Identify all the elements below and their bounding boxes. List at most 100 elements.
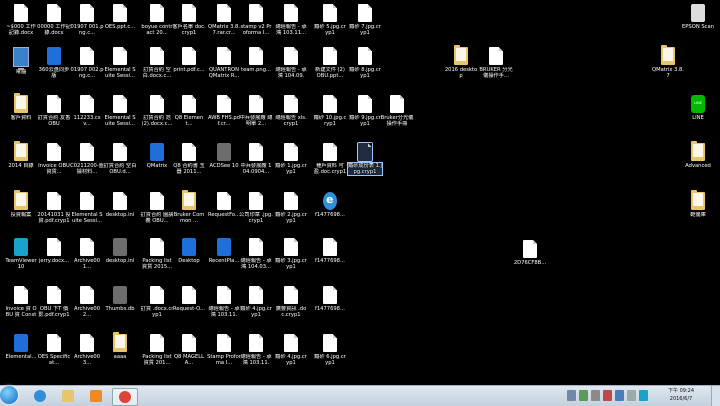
desktop-icon[interactable]: 總經報告 - 承鴻 104.03... bbox=[239, 236, 273, 282]
security-tray-icon[interactable] bbox=[603, 390, 612, 401]
desktop-icon[interactable]: QMatrix bbox=[140, 141, 174, 187]
desktop-icon[interactable]: 鐵砂 3.jpg.cryp1 bbox=[274, 236, 308, 282]
desktop-icon[interactable]: QMatrix 3.8.7.rar.cr... bbox=[207, 2, 241, 48]
desktop-icon[interactable]: Elemental Suite Sessi... bbox=[103, 93, 137, 139]
desktop-icon[interactable]: LINE bbox=[681, 93, 715, 139]
desktop-icon[interactable]: 鐵砂 4.jpg.cryp1 bbox=[274, 332, 308, 378]
teamviewer-tray-icon[interactable] bbox=[639, 390, 648, 401]
desktop-icon[interactable]: Elemental... bbox=[4, 332, 38, 378]
desktop-icon[interactable]: 鐵砂 5.jpg.cryp1 bbox=[313, 2, 347, 48]
desktop-icon[interactable]: 種戶資料 可盈.doc.cryp1 bbox=[313, 141, 347, 187]
desktop-icon[interactable]: 鐵砂 6.jpg.cryp1 bbox=[313, 332, 347, 378]
desktop-icon[interactable]: OES Specificat... bbox=[37, 332, 71, 378]
desktop-icon[interactable]: 訂貨合約 空白 OBU.d... bbox=[103, 141, 137, 187]
desktop-icon[interactable]: 01907 002.png.c... bbox=[70, 45, 104, 91]
desktop-icon[interactable]: Q8 Element... bbox=[172, 93, 206, 139]
tray-app-icon[interactable] bbox=[627, 390, 636, 401]
explorer-taskbar-button[interactable] bbox=[56, 388, 80, 404]
desktop-icon[interactable]: 鐵砂成份表 1.jpg.cryp1 bbox=[347, 141, 383, 187]
tray-app-icon[interactable] bbox=[615, 390, 624, 401]
desktop-icon[interactable]: 新建文件 (2) OBU.ppt... bbox=[313, 45, 347, 91]
desktop-icon[interactable]: 00000 工作記錄.docx bbox=[37, 2, 71, 48]
desktop-icon[interactable]: 訂貨合約 范 (2).docx.c... bbox=[140, 93, 174, 139]
desktop-icon[interactable]: Bruker Common ... bbox=[172, 190, 206, 236]
desktop-icon[interactable]: Archive002... bbox=[70, 284, 104, 330]
desktop-icon[interactable]: 客戶名單 doc.cryp1 bbox=[172, 2, 206, 48]
desktop[interactable]: ~$000 工作記錄.docx 00000 工作記錄.docx 01907 001.… bbox=[0, 0, 720, 385]
desktop-icon[interactable]: Desktop bbox=[172, 236, 206, 282]
start-button[interactable] bbox=[0, 386, 18, 404]
desktop-icon[interactable]: f1477698... bbox=[313, 190, 347, 236]
desktop-icon[interactable]: print.pdf.c... bbox=[172, 45, 206, 91]
desktop-icon[interactable]: OBU 下T 價 影.pdf.cryp1 bbox=[37, 284, 71, 330]
desktop-icon[interactable]: aaaa bbox=[103, 332, 137, 378]
desktop-icon[interactable]: 鐵砂 4.jpg.cryp1 bbox=[239, 284, 273, 330]
desktop-icon[interactable]: QMatrix 3.8.7 bbox=[651, 45, 685, 91]
desktop-icon[interactable]: boyue contract 20... bbox=[140, 2, 174, 48]
desktop-icon[interactable]: 112233.csv... bbox=[70, 93, 104, 139]
desktop-icon[interactable]: AWB FHS.pdf.cr... bbox=[207, 93, 241, 139]
desktop-icon[interactable]: OES.ppt.c... bbox=[103, 2, 137, 48]
desktop-icon[interactable]: team.png... bbox=[239, 45, 273, 91]
desktop-icon[interactable]: EPSON Scan bbox=[681, 2, 715, 48]
desktop-icon[interactable]: RequestFo... bbox=[207, 190, 241, 236]
desktop-icon[interactable]: 總經報告 - 承鴻 103.11.1... bbox=[239, 332, 273, 378]
desktop-icon[interactable]: 360云盘同步版 bbox=[37, 45, 71, 91]
desktop-icon[interactable]: 訂貨合約 友香 OBU bbox=[37, 93, 71, 139]
desktop-icon[interactable]: Thumbs.db bbox=[103, 284, 137, 330]
desktop-icon[interactable]: desktop.ini bbox=[103, 190, 137, 236]
show-desktop-button[interactable] bbox=[711, 386, 720, 406]
desktop-icon[interactable]: ~$000 工作記錄.docx bbox=[4, 2, 38, 48]
language-bar-icon[interactable] bbox=[567, 390, 576, 401]
desktop-icon[interactable]: 鐵砂 7.jpg.cryp1 bbox=[348, 2, 382, 48]
desktop-icon[interactable]: f1477698... bbox=[313, 236, 347, 282]
desktop-icon[interactable]: Bruker分光儀 操作手冊 bbox=[380, 93, 414, 139]
desktop-icon[interactable]: 01907 001.png.c... bbox=[70, 2, 104, 48]
desktop-icon[interactable]: 總經報告 - 承鴻 103.11.0... bbox=[207, 284, 241, 330]
desktop-icon[interactable]: ACDSee 10 bbox=[207, 141, 241, 187]
desktop-icon[interactable]: Q8 MAGELLA... bbox=[172, 332, 206, 378]
desktop-icon[interactable]: 2014 目錄 bbox=[4, 141, 38, 187]
desktop-icon[interactable]: 訂貨合約 空白.docx.c... bbox=[140, 45, 174, 91]
desktop-icon[interactable]: 電腦 bbox=[4, 45, 38, 91]
desktop-icon[interactable]: jerry.docx... bbox=[37, 236, 71, 282]
desktop-icon[interactable]: RecentPla... bbox=[207, 236, 241, 282]
desktop-icon[interactable]: Elemental Suite Sessi... bbox=[70, 190, 104, 236]
chrome-taskbar-button[interactable] bbox=[112, 388, 138, 406]
desktop-icon[interactable]: 中兵發展廠 總明單 2... bbox=[239, 93, 273, 139]
desktop-icon[interactable]: Request-O... bbox=[172, 284, 206, 330]
desktop-icon[interactable]: C0211200-盤據材料... bbox=[70, 141, 104, 187]
desktop-icon[interactable]: Stamp Proforma I... bbox=[207, 332, 241, 378]
desktop-icon[interactable]: Q8 合約書 玉器 2011... bbox=[172, 141, 206, 187]
desktop-icon[interactable]: 鐵砂 2.jpg.cryp1 bbox=[274, 190, 308, 236]
desktop-icon[interactable]: 鐵砂 1.jpg.cryp1 bbox=[274, 141, 308, 187]
volume-icon[interactable] bbox=[591, 390, 600, 401]
desktop-icon[interactable]: 中兵發展廠 104.0904... bbox=[239, 141, 273, 187]
network-icon[interactable] bbox=[579, 390, 588, 401]
desktop-icon[interactable]: BRUKER 分光儀操作手... bbox=[479, 45, 513, 91]
desktop-icon[interactable]: 鐵砂 9.jpg.cryp1 bbox=[348, 93, 382, 139]
media-player-taskbar-button[interactable] bbox=[84, 388, 108, 404]
desktop-icon[interactable]: 範優庫 bbox=[681, 190, 715, 236]
desktop-icon[interactable]: 總經報告 - 承鴻 104.09.2... bbox=[274, 45, 308, 91]
desktop-icon[interactable]: stamp v2 Proforma I... bbox=[239, 2, 273, 48]
desktop-icon[interactable]: 投資報案 bbox=[4, 190, 38, 236]
desktop-icon[interactable]: Invoice 資 OBU 資 Constr... bbox=[4, 284, 38, 330]
desktop-icon[interactable]: 總經報告 xls.cryp1 bbox=[274, 93, 308, 139]
desktop-icon[interactable]: f1477698... bbox=[313, 284, 347, 330]
desktop-icon[interactable]: 2016 desktop bbox=[444, 45, 478, 91]
desktop-icon[interactable]: TeamViewer 10 bbox=[4, 236, 38, 282]
desktop-icon[interactable]: 公司印章 .jpg.cryp1 bbox=[239, 190, 273, 236]
desktop-icon[interactable]: desktop.ini bbox=[103, 236, 137, 282]
desktop-icon[interactable]: Packing list 資貨 2015... bbox=[140, 236, 174, 282]
desktop-icon[interactable]: 鐵砂 10.jpg.cryp1 bbox=[313, 93, 347, 139]
desktop-icon[interactable]: 20141031 投資.pdf.cryp1 bbox=[37, 190, 71, 236]
ie-taskbar-button[interactable] bbox=[28, 388, 52, 404]
desktop-icon[interactable]: Elemental Suite Sessi... bbox=[103, 45, 137, 91]
desktop-icon[interactable]: Archive001... bbox=[70, 236, 104, 282]
desktop-icon[interactable]: 訂貨 .docx.cryp1 bbox=[140, 284, 174, 330]
desktop-icon[interactable]: Advanced bbox=[681, 141, 715, 187]
desktop-icon[interactable]: 廣豐資訊 .doc.cryp1 bbox=[274, 284, 308, 330]
desktop-icon[interactable]: 訂貨合約 園講義 OBU... bbox=[140, 190, 174, 236]
desktop-icon[interactable]: Packing list 資貨 201... bbox=[140, 332, 174, 378]
